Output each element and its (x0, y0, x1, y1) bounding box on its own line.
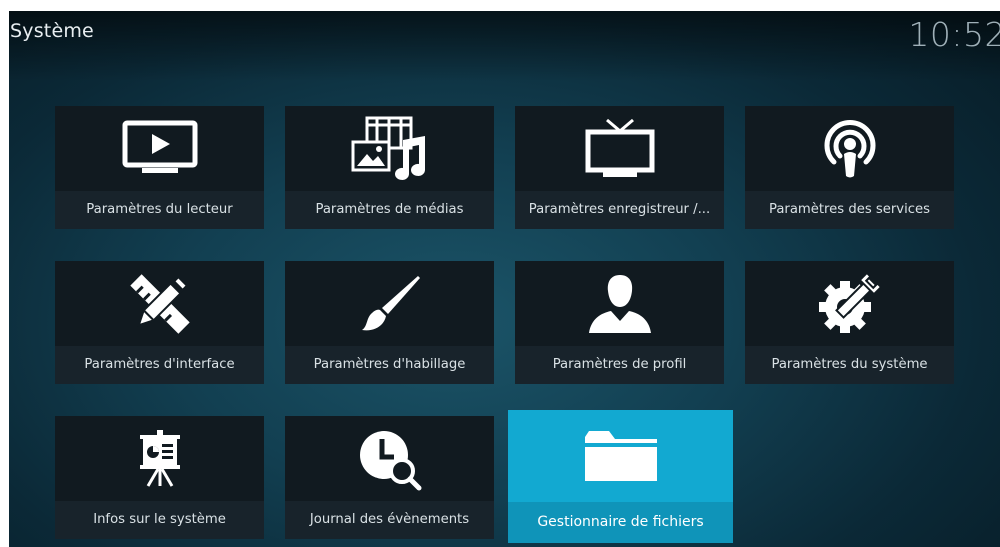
presentation-icon (55, 416, 264, 501)
tile-label: Paramètres enregistreur /... (515, 191, 724, 229)
clock-search-icon (285, 416, 494, 501)
tile-services-settings[interactable]: Paramètres des services (745, 106, 954, 229)
paintbrush-icon (285, 261, 494, 346)
tile-label: Paramètres de profil (515, 346, 724, 384)
tile-label: Paramètres du lecteur (55, 191, 264, 229)
tile-label: Paramètres du système (745, 346, 954, 384)
gear-wrench-icon (745, 261, 954, 346)
tile-interface-settings[interactable]: Paramètres d'interface (55, 261, 264, 384)
podcast-icon (745, 106, 954, 191)
tile-label: Paramètres des services (745, 191, 954, 229)
tile-label: Paramètres d'habillage (285, 346, 494, 384)
page-title: Système (10, 20, 94, 42)
tile-system-info[interactable]: Infos sur le système (55, 416, 264, 539)
tile-system-settings[interactable]: Paramètres du système (745, 261, 954, 384)
folder-icon (508, 410, 733, 500)
clock: 10:52 (908, 15, 1000, 54)
tile-file-manager[interactable]: Gestionnaire de fichiers (508, 410, 733, 543)
tv-icon (515, 106, 724, 191)
tile-event-log[interactable]: Journal des évènements (285, 416, 494, 539)
tile-label: Infos sur le système (55, 501, 264, 539)
tile-label: Journal des évènements (285, 501, 494, 539)
tile-label: Paramètres de médias (285, 191, 494, 229)
pencil-ruler-icon (55, 261, 264, 346)
monitor-play-icon (55, 106, 264, 191)
media-icon (285, 106, 494, 191)
tile-label: Paramètres d'interface (55, 346, 264, 384)
kodi-system-screen: Système 10:52 Paramètres du lecteur Para… (9, 11, 1000, 547)
tile-media-settings[interactable]: Paramètres de médias (285, 106, 494, 229)
user-icon (515, 261, 724, 346)
tile-profile-settings[interactable]: Paramètres de profil (515, 261, 724, 384)
tile-player-settings[interactable]: Paramètres du lecteur (55, 106, 264, 229)
tile-label: Gestionnaire de fichiers (508, 502, 733, 543)
tile-pvr-settings[interactable]: Paramètres enregistreur /... (515, 106, 724, 229)
tile-skin-settings[interactable]: Paramètres d'habillage (285, 261, 494, 384)
